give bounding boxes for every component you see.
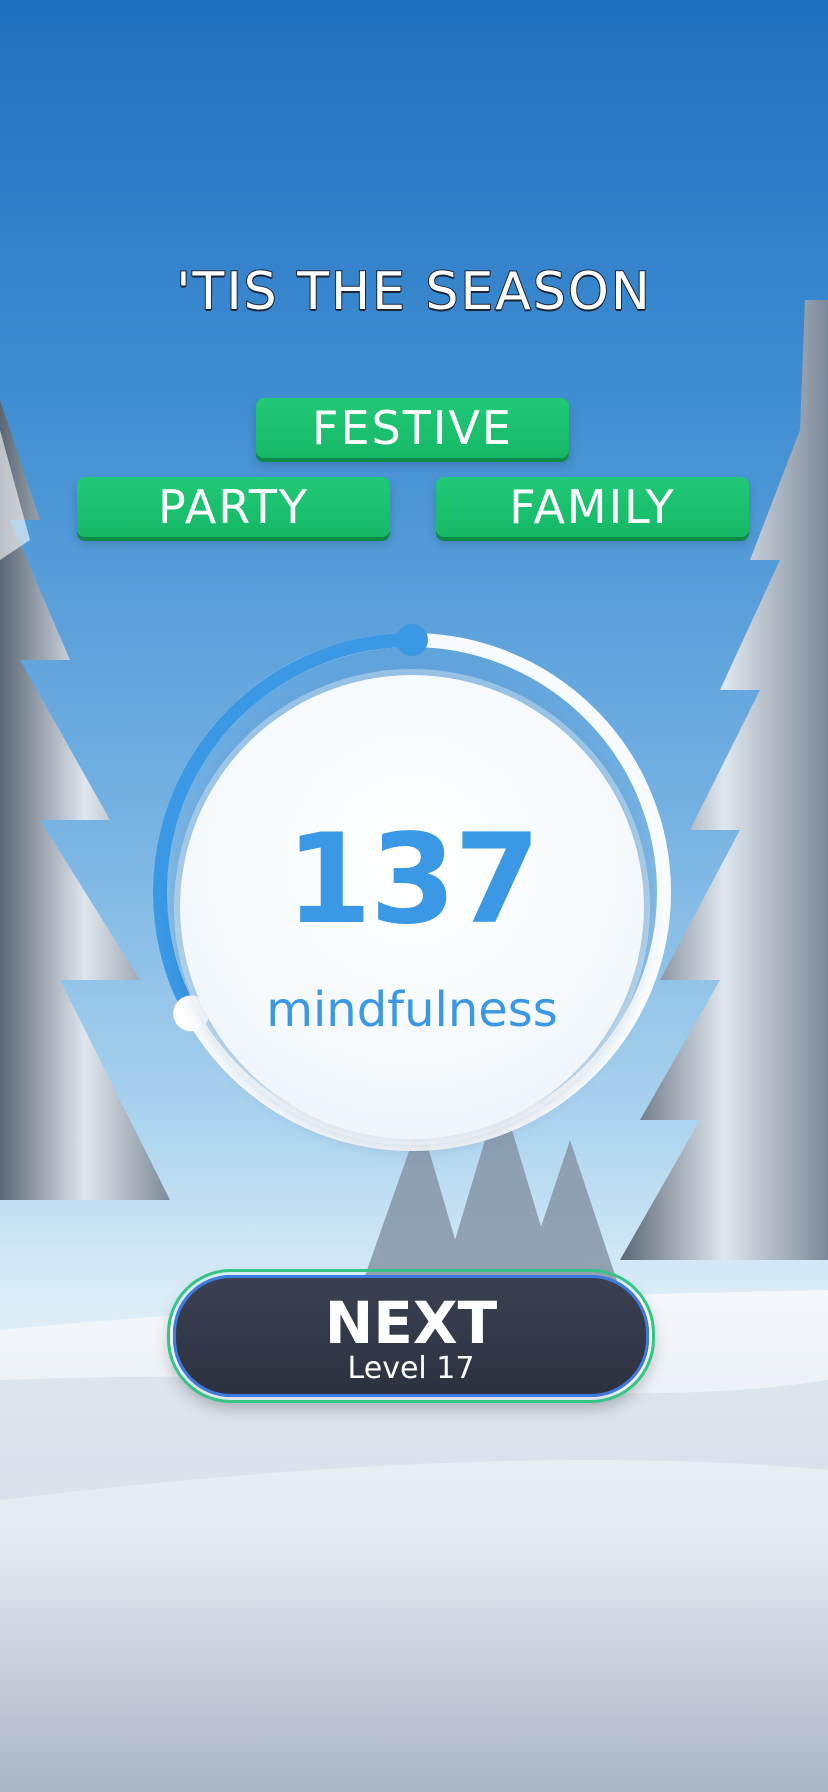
found-word-tile: FESTIVE (256, 398, 569, 458)
found-word-tile: FAMILY (436, 477, 749, 537)
next-button-level: Level 17 (347, 1351, 475, 1386)
progress-start-knob (396, 624, 428, 656)
level-title: 'TIS THE SEASON (175, 261, 652, 323)
next-level-button[interactable]: NEXT Level 17 (170, 1272, 652, 1400)
score-value: 137 (285, 808, 541, 952)
game-screen: 'TIS THE SEASON FESTIVE PARTY FAMILY 137… (0, 0, 828, 1792)
score-label: mindfulness (266, 982, 558, 1038)
next-button-label: NEXT (324, 1289, 498, 1357)
found-word-tile: PARTY (77, 477, 390, 537)
